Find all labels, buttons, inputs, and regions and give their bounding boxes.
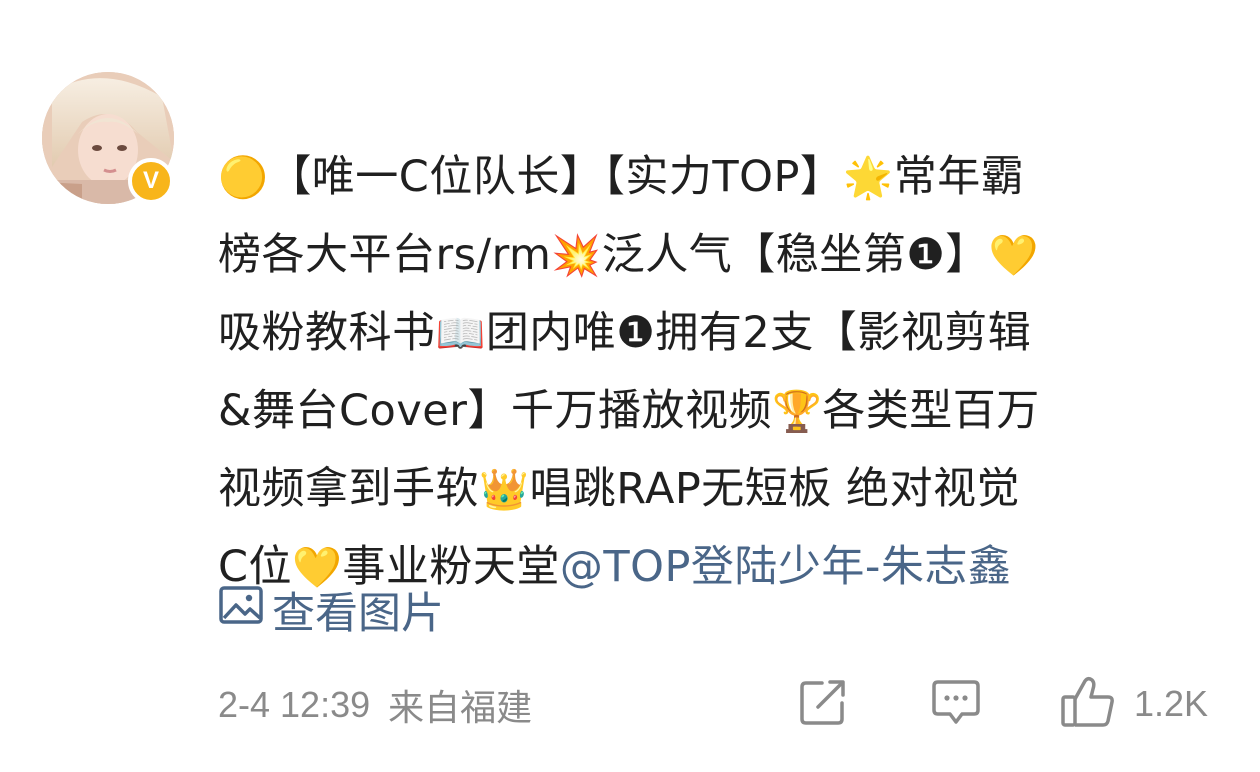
post-text: &舞台Cover】千万播放视频 xyxy=(218,386,772,436)
post-source: 来自福建 xyxy=(388,688,533,729)
verified-badge: V xyxy=(128,158,174,204)
post-text: 唱跳RAP无短板 绝对视觉 xyxy=(529,464,1020,514)
post-text-line: 🟡【唯一C位队长】【实力TOP】🌟常年霸 xyxy=(218,138,1198,216)
emoji-icon: 🏆 xyxy=(771,389,823,435)
emoji-icon: 💥 xyxy=(551,233,602,279)
like-button[interactable]: 1.2K xyxy=(1060,676,1208,732)
post-text: 常年霸 xyxy=(893,152,1025,202)
emoji-icon: 🟡 xyxy=(218,155,269,201)
mention-link[interactable]: @TOP登陆少年-朱志鑫 xyxy=(560,542,1012,592)
comment-icon xyxy=(930,677,982,731)
post-time: 2-4 12:39 xyxy=(218,684,371,725)
emoji-icon: 💛 xyxy=(988,233,1040,279)
post-text-line: 视频拿到手软👑唱跳RAP无短板 绝对视觉 xyxy=(218,450,1198,528)
emoji-icon: 🌟 xyxy=(843,155,894,201)
repost-button[interactable] xyxy=(798,676,848,732)
emoji-icon: 📖 xyxy=(435,311,486,357)
post-meta: 2-4 12:39 来自福建 xyxy=(218,680,532,730)
post-text-line: 吸粉教科书📖团内唯❶拥有2支【影视剪辑 xyxy=(218,294,1198,372)
post-text: 团内唯❶拥有2支【影视剪辑 xyxy=(485,308,1032,358)
post-text-line: 榜各大平台rs/rm💥泛人气【稳坐第❶】💛 xyxy=(218,216,1198,294)
post-text: 泛人气【稳坐第❶】 xyxy=(601,230,989,280)
view-images-link[interactable]: 查看图片 xyxy=(218,582,444,639)
post-text: 各类型百万 xyxy=(822,386,1040,436)
post-body: 🟡【唯一C位队长】【实力TOP】🌟常年霸 榜各大平台rs/rm💥泛人气【稳坐第❶】… xyxy=(218,138,1198,606)
post-text: 【唯一C位队长】【实力TOP】 xyxy=(268,152,844,202)
emoji-icon: 👑 xyxy=(479,467,530,513)
post-text: 视频拿到手软 xyxy=(218,464,479,514)
view-images-label: 查看图片 xyxy=(272,589,444,639)
post-text: 榜各大平台rs/rm xyxy=(218,230,552,280)
post-text: 吸粉教科书 xyxy=(218,308,436,358)
image-icon xyxy=(218,584,272,637)
share-edit-icon xyxy=(798,677,848,731)
thumbs-up-icon xyxy=(1060,675,1116,733)
like-count: 1.2K xyxy=(1134,683,1209,724)
comment-button[interactable] xyxy=(930,676,982,732)
post-text-line: &舞台Cover】千万播放视频🏆各类型百万 xyxy=(218,372,1198,450)
